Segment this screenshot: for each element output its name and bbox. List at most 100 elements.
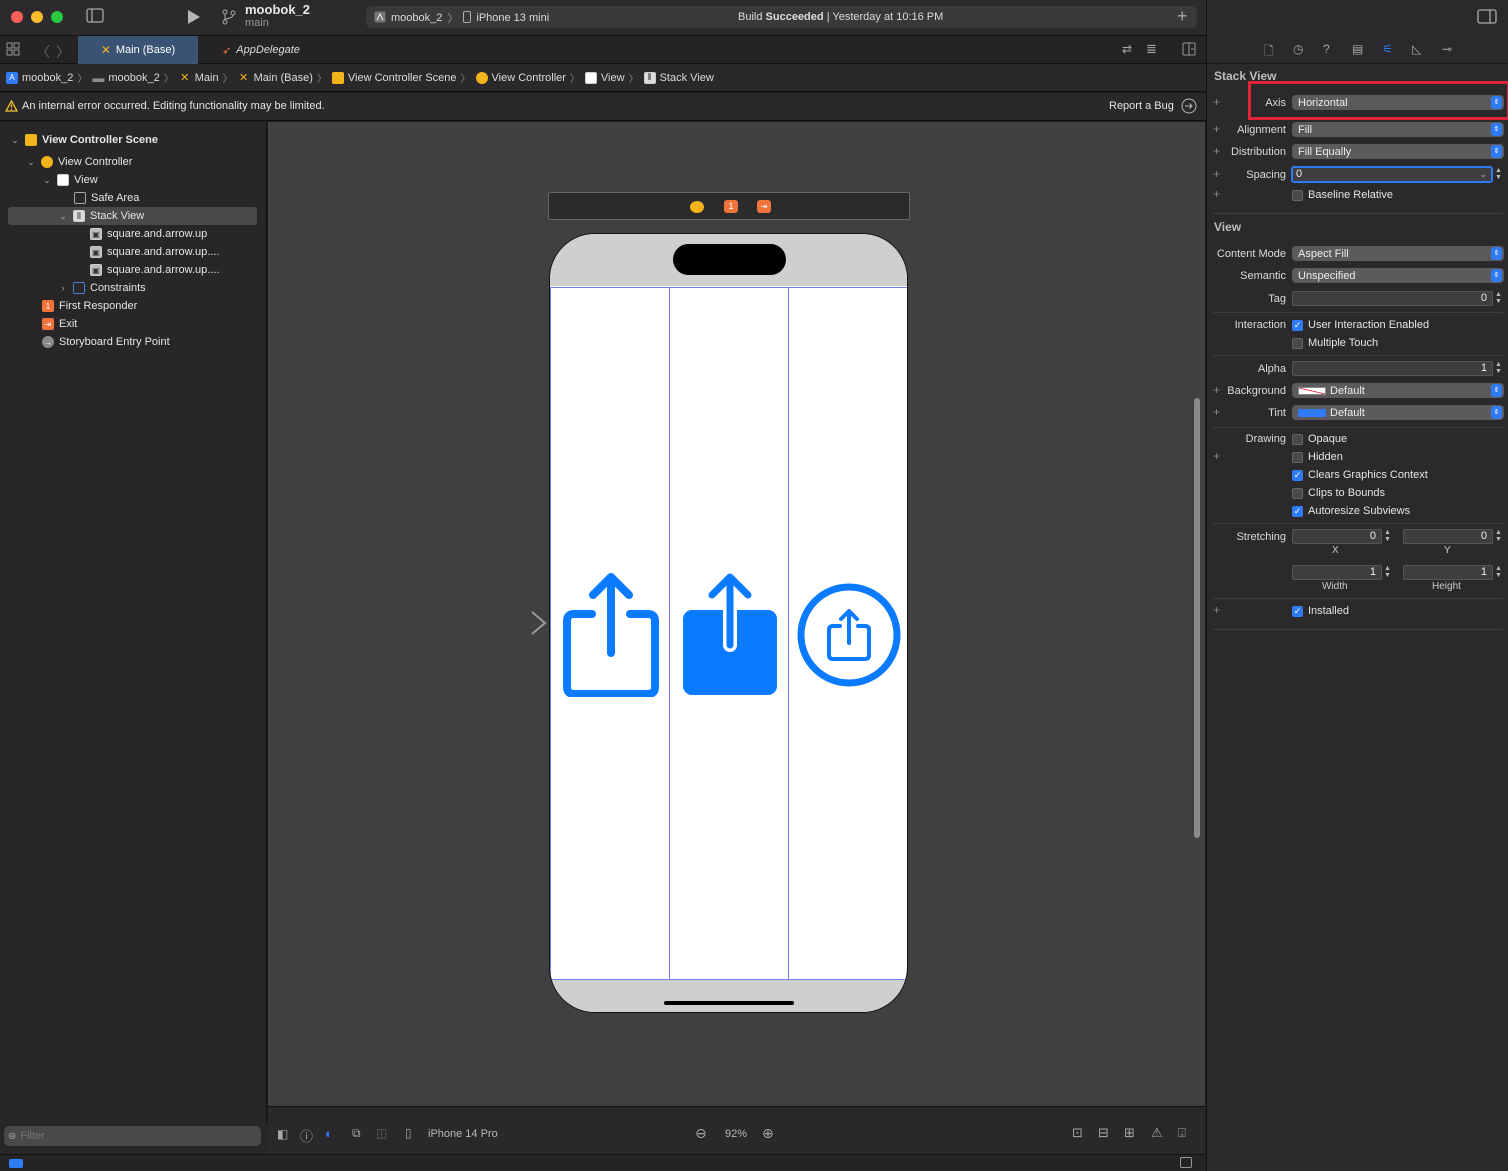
breadcrumb-stack-view[interactable]: ⦀ Stack View	[643, 71, 714, 84]
tag-field[interactable]: 0	[1292, 291, 1493, 306]
arrow-circle-icon[interactable]	[1181, 98, 1197, 117]
clips-to-bounds-checkbox[interactable]: Clips to Bounds	[1292, 487, 1385, 499]
user-interaction-checkbox[interactable]: ✓ User Interaction Enabled	[1292, 319, 1429, 331]
stretch-y-field[interactable]: 0	[1403, 529, 1493, 544]
stretch-x-field[interactable]: 0	[1292, 529, 1382, 544]
hidden-checkbox[interactable]: Hidden	[1292, 451, 1343, 463]
chevron-down-icon[interactable]: ⌄	[26, 157, 36, 168]
add-library-icon[interactable]: +	[1177, 6, 1188, 27]
zoom-in-icon[interactable]: ⊕	[762, 1125, 774, 1142]
iphone-frame[interactable]	[549, 233, 908, 1013]
stretch-height-field[interactable]: 1	[1403, 565, 1493, 580]
alpha-field[interactable]: 1	[1292, 361, 1493, 376]
installed-checkbox[interactable]: ✓ Installed	[1292, 605, 1349, 617]
resolve-issues-icon[interactable]: ⚠	[1151, 1125, 1163, 1141]
first-responder-dock-icon[interactable]: 1	[724, 200, 738, 213]
tab-appdelegate[interactable]: ➶ AppDelegate	[198, 36, 324, 64]
add-variation-icon[interactable]: +	[1213, 122, 1220, 136]
breadcrumb-folder[interactable]: ▬ moobok_2	[92, 71, 159, 85]
checkbox[interactable]: ✓	[1292, 505, 1303, 517]
project-title[interactable]: moobok_2 main	[245, 2, 310, 29]
stretch-width-stepper[interactable]: ▲ ▼	[1384, 565, 1391, 579]
multiple-touch-checkbox[interactable]: Multiple Touch	[1292, 337, 1378, 349]
outline-item-safe-area[interactable]: Safe Area	[74, 189, 139, 207]
background-popup[interactable]: Default ⇕	[1292, 383, 1504, 398]
outline-item-exit[interactable]: ⇥ Exit	[42, 315, 77, 333]
breadcrumb-project[interactable]: Amoobok_2	[6, 71, 73, 84]
add-variation-icon[interactable]: +	[1213, 95, 1220, 109]
outline-toggle-icon[interactable]: ◧	[277, 1127, 288, 1141]
help-inspector-icon[interactable]: ?	[1323, 42, 1330, 56]
breadcrumb-view-controller[interactable]: View Controller	[475, 71, 566, 84]
run-button[interactable]	[187, 9, 201, 28]
connections-inspector-icon[interactable]: ⊸	[1442, 42, 1452, 56]
debug-area-toggle-icon[interactable]	[1180, 1157, 1192, 1168]
baseline-relative-checkbox[interactable]: Baseline Relative	[1292, 189, 1393, 201]
outline-item-constraints[interactable]: › Constraints	[58, 279, 146, 297]
outline-item-view-controller[interactable]: ⌄ View Controller	[26, 153, 132, 171]
add-constraints-icon[interactable]: ⊞	[1124, 1125, 1135, 1141]
zoom-out-icon[interactable]: ⊖	[695, 1125, 707, 1142]
chevron-down-icon[interactable]: ⌄	[10, 135, 20, 146]
minimize-window-button[interactable]	[31, 11, 43, 23]
appearance-icon[interactable]: ◐	[325, 1126, 333, 1141]
add-variation-icon[interactable]: +	[1213, 405, 1220, 419]
add-variation-icon[interactable]: +	[1213, 449, 1220, 463]
run-destination[interactable]: iPhone 13 mini	[476, 12, 549, 24]
tag-stepper[interactable]: ▲ ▼	[1495, 291, 1502, 305]
scheme-selector[interactable]: moobok_2 〉 iPhone 13 mini	[374, 10, 549, 26]
breadcrumb-storyboard[interactable]: ✕ Main	[179, 72, 218, 85]
update-frames-icon[interactable]: ⊡	[1072, 1125, 1083, 1141]
zoom-window-button[interactable]	[51, 11, 63, 23]
add-variation-icon[interactable]: +	[1213, 383, 1220, 397]
outline-item-entry-point[interactable]: → Storyboard Entry Point	[42, 333, 170, 351]
checkbox[interactable]	[1292, 433, 1303, 445]
content-mode-popup[interactable]: Aspect Fill ⇕	[1292, 246, 1504, 261]
add-variation-icon[interactable]: +	[1213, 144, 1220, 158]
stretch-x-stepper[interactable]: ▲ ▼	[1384, 529, 1391, 543]
axis-popup[interactable]: Horizontal ⇕	[1292, 95, 1504, 110]
breadcrumb-storyboard-base[interactable]: ✕ Main (Base)	[238, 72, 313, 85]
checkbox[interactable]: ✓	[1292, 469, 1303, 481]
exit-dock-icon[interactable]: ⇥	[757, 200, 771, 213]
stack-arranged-view-3[interactable]	[789, 288, 907, 979]
outline-item-view[interactable]: ⌄ View	[42, 171, 98, 189]
vertical-scrollbar[interactable]	[1194, 398, 1200, 838]
outline-item-stack-view[interactable]: ⌄ ⦀ Stack View	[58, 207, 144, 225]
add-variation-icon[interactable]: +	[1213, 187, 1220, 201]
close-window-button[interactable]	[11, 11, 23, 23]
view-controller-dock-icon[interactable]	[690, 201, 704, 213]
identity-inspector-icon[interactable]: ▤	[1352, 42, 1363, 56]
inspector-toggle-icon[interactable]	[1477, 9, 1497, 28]
alpha-stepper[interactable]: ▲ ▼	[1495, 361, 1502, 375]
spacing-field[interactable]: 0 ⌄	[1291, 166, 1493, 183]
entry-point-arrow-icon[interactable]	[458, 610, 548, 636]
align-icon[interactable]: ⊟	[1098, 1125, 1109, 1141]
checkbox[interactable]: ✓	[1292, 605, 1303, 617]
back-arrow-icon[interactable]: 〈	[36, 42, 50, 62]
related-items-icon[interactable]: ⇄	[1122, 42, 1132, 56]
device-name[interactable]: iPhone 14 Pro	[428, 1128, 498, 1140]
outline-item-image-1[interactable]: ▣ square.and.arrow.up	[90, 225, 207, 243]
tint-popup[interactable]: Default ⇕	[1292, 405, 1504, 420]
attributes-inspector-icon[interactable]: ⚟	[1382, 42, 1393, 56]
chevron-right-icon[interactable]: ›	[58, 283, 68, 293]
stack-arranged-view-1[interactable]	[551, 288, 670, 979]
filter-input[interactable]	[20, 1130, 241, 1142]
accessibility-icon[interactable]: ⓘ	[300, 1126, 313, 1145]
chevron-down-icon[interactable]: ⌄	[42, 175, 52, 186]
breadcrumb-scene[interactable]: View Controller Scene	[331, 71, 457, 84]
zoom-level[interactable]: 92%	[725, 1128, 747, 1140]
tab-main-base[interactable]: ✕ Main (Base)	[78, 36, 198, 64]
autoresize-checkbox[interactable]: ✓ Autoresize Subviews	[1292, 505, 1410, 517]
distribution-popup[interactable]: Fill Equally ⇕	[1292, 144, 1504, 159]
checkbox[interactable]	[1292, 337, 1303, 349]
clears-graphics-checkbox[interactable]: ✓ Clears Graphics Context	[1292, 469, 1428, 481]
alignment-popup[interactable]: Fill ⇕	[1292, 122, 1504, 137]
add-variation-icon[interactable]: +	[1213, 167, 1220, 181]
chevron-down-icon[interactable]: ⌄	[1479, 168, 1487, 181]
checkbox[interactable]	[1292, 451, 1303, 463]
file-inspector-icon[interactable]: 🗋	[1264, 42, 1274, 63]
outline-item-scene[interactable]: ⌄ View Controller Scene	[10, 131, 158, 149]
history-inspector-icon[interactable]: ◷	[1293, 42, 1303, 56]
